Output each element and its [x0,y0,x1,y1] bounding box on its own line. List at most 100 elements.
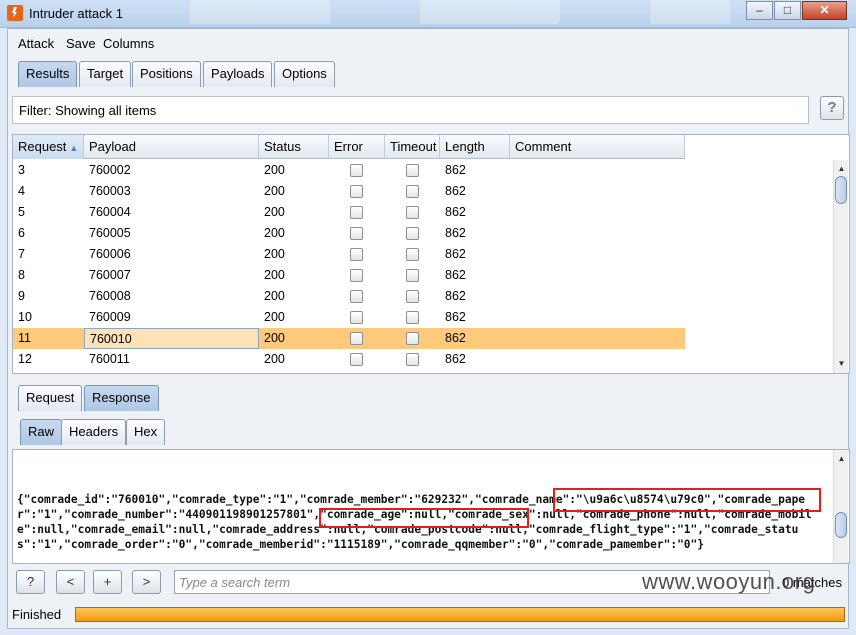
filter-help-button[interactable]: ? [820,96,844,120]
cell-length: 862 [445,163,466,177]
timeout-checkbox [406,311,419,324]
table-row[interactable]: 7 760006 200 862 [13,244,685,265]
error-checkbox [350,185,363,198]
cell-comment [510,328,515,349]
cell-payload: 760003 [89,184,131,198]
tab-payloads[interactable]: Payloads [203,61,273,87]
cell-status: 200 [264,205,285,219]
background-window-ghost [650,0,730,24]
column-header-timeout[interactable]: Timeout [385,135,440,159]
error-checkbox [350,227,363,240]
response-scrollbar[interactable]: ▲ [833,450,848,563]
table-row[interactable]: 6 760005 200 862 [13,223,685,244]
column-header-comment[interactable]: Comment [510,135,685,159]
table-row[interactable]: 8 760007 200 862 [13,265,685,286]
close-button[interactable]: ✕ [802,1,847,20]
cell-payload: 760011 [89,352,130,366]
table-row[interactable]: 3 760002 200 862 [13,160,685,181]
error-checkbox [350,332,363,345]
cell-comment [510,244,515,265]
minimize-button[interactable]: – [746,1,773,20]
column-header-payload[interactable]: Payload [84,135,259,159]
cell-payload: 760010 [84,328,259,349]
timeout-checkbox [406,290,419,303]
cell-request: 8 [18,268,25,282]
tab-request[interactable]: Request [18,385,83,411]
column-header-error[interactable]: Error [329,135,385,159]
cell-payload: 760007 [89,268,131,282]
cell-comment [510,202,515,223]
highlight-comrade-name [553,488,821,512]
table-scrollbar[interactable]: ▲ ▼ [833,160,848,373]
cell-length: 862 [445,226,466,240]
error-checkbox [350,353,363,366]
menu-bar: Attack Save Columns [8,29,848,57]
tab-target[interactable]: Target [79,61,132,87]
menu-attack[interactable]: Attack [18,36,54,51]
table-row[interactable]: 12 760011 200 862 [13,349,685,370]
cell-length: 862 [445,310,466,324]
cell-request: 6 [18,226,25,240]
progress-bar [75,607,845,622]
watermark-text: www.wooyun.org [642,569,816,594]
cell-comment [510,160,515,181]
tab-hex[interactable]: Hex [126,419,166,445]
error-checkbox [350,248,363,261]
table-row[interactable]: 5 760004 200 862 [13,202,685,223]
search-help-button[interactable]: ? [16,570,45,594]
column-header-status[interactable]: Status [259,135,329,159]
tab-positions[interactable]: Positions [132,61,201,87]
scroll-up-arrow-icon[interactable]: ▲ [835,162,848,175]
cell-comment [510,181,515,202]
scroll-thumb[interactable] [835,176,847,204]
highlight-comrade-number [319,508,529,528]
cell-length: 862 [445,205,466,219]
column-header-length[interactable]: Length [440,135,510,159]
scroll-up-arrow-icon[interactable]: ▲ [835,452,848,465]
error-checkbox [350,164,363,177]
cell-length: 862 [445,247,466,261]
table-row[interactable]: 11 760010 200 862 [13,328,685,349]
background-window-ghost [190,0,330,24]
table-row[interactable]: 4 760003 200 862 [13,181,685,202]
cell-payload: 760008 [89,289,131,303]
timeout-checkbox [406,332,419,345]
tab-results[interactable]: Results [18,61,78,87]
title-bar: Intruder attack 1 – □ ✕ [0,0,856,28]
cell-length: 862 [445,184,466,198]
timeout-checkbox [406,353,419,366]
menu-columns[interactable]: Columns [103,36,154,51]
tab-headers[interactable]: Headers [61,419,127,445]
cell-comment [510,349,515,370]
cell-payload: 760006 [89,247,131,261]
response-body-panel: {"comrade_id":"760010","comrade_type":"1… [12,449,850,564]
sort-ascending-icon: ▲ [69,143,79,153]
table-row[interactable]: 10 760009 200 862 [13,307,685,328]
table-row[interactable]: 9 760008 200 862 [13,286,685,307]
cell-length: 862 [445,268,466,282]
cell-comment [510,307,515,328]
timeout-checkbox [406,248,419,261]
cell-comment [510,286,515,307]
cell-payload: 760009 [89,310,131,324]
maximize-button[interactable]: □ [774,1,801,20]
timeout-checkbox [406,164,419,177]
search-add-button[interactable]: + [93,570,122,594]
cell-payload: 760005 [89,226,131,240]
tab-raw[interactable]: Raw [20,419,63,445]
tab-response[interactable]: Response [84,385,159,411]
cell-status: 200 [264,163,285,177]
search-prev-button[interactable]: < [56,570,85,594]
scroll-down-arrow-icon[interactable]: ▼ [835,357,848,370]
search-next-button[interactable]: > [132,570,161,594]
table-body: 3 760002 200 862 4 760003 200 862 5 760004 200 862 6… [13,160,685,370]
cell-request: 7 [18,247,25,261]
timeout-checkbox [406,206,419,219]
cell-comment [510,265,515,286]
intruder-window: Attack Save Columns Results Target Posit… [7,28,850,629]
filter-bar[interactable]: Filter: Showing all items [12,96,809,124]
menu-save[interactable]: Save [66,36,96,51]
column-header-request[interactable]: Request ▲ [13,135,84,159]
scroll-thumb[interactable] [835,512,847,538]
tab-options[interactable]: Options [274,61,335,87]
